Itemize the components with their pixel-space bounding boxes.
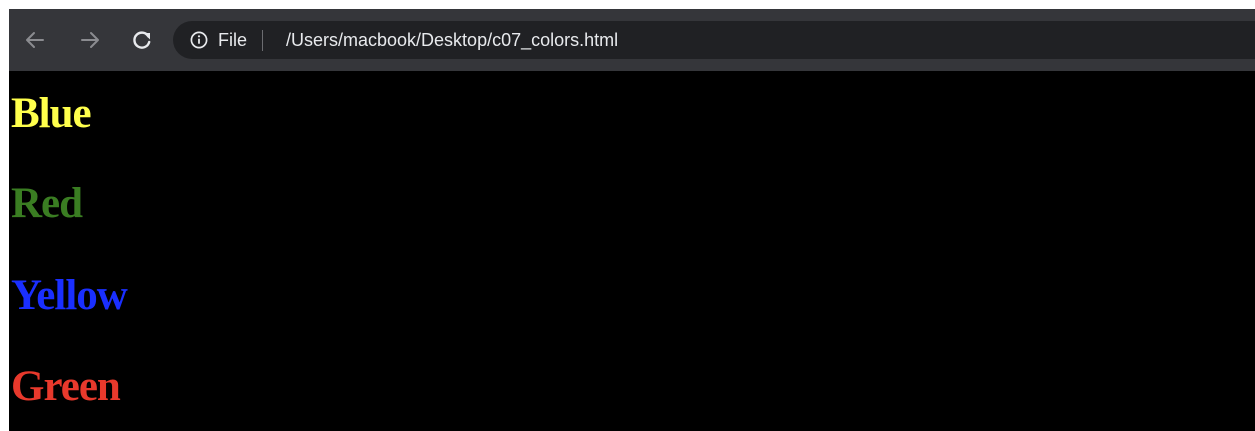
browser-window: File /Users/macbook/Desktop/c07_colors.h… [9, 9, 1255, 431]
color-heading-blue: Blue [11, 90, 92, 137]
omnibox-divider [262, 30, 263, 51]
address-bar[interactable]: File /Users/macbook/Desktop/c07_colors.h… [173, 21, 1255, 59]
forward-button[interactable] [75, 25, 105, 55]
browser-toolbar: File /Users/macbook/Desktop/c07_colors.h… [9, 9, 1255, 71]
color-heading-yellow: Yellow [11, 272, 128, 319]
url-text[interactable]: /Users/macbook/Desktop/c07_colors.html [286, 30, 618, 50]
back-button[interactable] [20, 25, 50, 55]
reload-icon [133, 31, 151, 49]
scheme-label: File [218, 30, 248, 50]
page-content: Blue Red Yellow Green [9, 71, 1255, 431]
arrow-right-icon [81, 32, 99, 48]
color-heading-red: Red [11, 180, 83, 227]
arrow-left-icon [26, 32, 44, 48]
reload-button[interactable] [127, 25, 157, 55]
info-icon[interactable] [190, 31, 208, 49]
color-heading-green: Green [11, 363, 121, 410]
